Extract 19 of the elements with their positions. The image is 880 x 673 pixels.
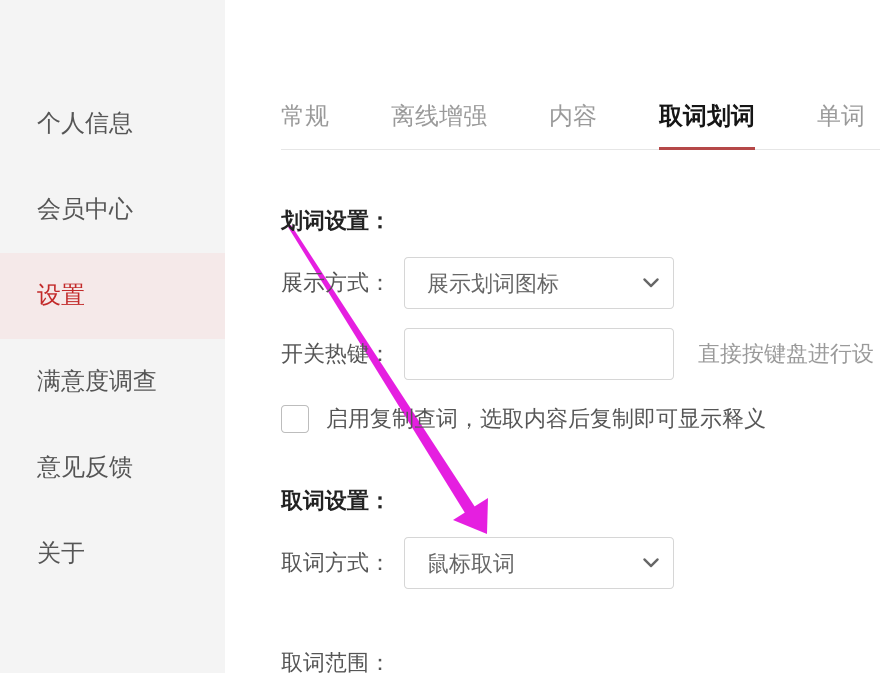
hint-text: 直接按键盘进行设 [698, 340, 874, 368]
sidebar-item[interactable]: 个人信息 [0, 81, 225, 167]
field-label: 取词范围： [281, 652, 391, 673]
sidebar-item[interactable]: 满意度调查 [0, 339, 225, 425]
sidebar-item[interactable]: 设置 [0, 253, 225, 339]
section-title: 取词设置： [281, 487, 391, 515]
tab[interactable]: 取词划词 [659, 101, 755, 150]
section-title: 划词设置： [281, 207, 391, 235]
chevron-down-icon [643, 558, 659, 568]
dropdown[interactable]: 鼠标取词 [404, 537, 674, 589]
input-field[interactable] [404, 328, 674, 380]
sidebar-item[interactable]: 意见反馈 [0, 425, 225, 511]
sidebar-item[interactable]: 会员中心 [0, 167, 225, 253]
dropdown[interactable]: 展示划词图标 [404, 257, 674, 309]
sidebar-item[interactable]: 关于 [0, 511, 225, 597]
checkbox[interactable] [281, 405, 309, 433]
chevron-down-icon [643, 278, 659, 288]
field-label: 开关热键： [281, 340, 392, 368]
field-label: 取词方式： [281, 549, 392, 577]
